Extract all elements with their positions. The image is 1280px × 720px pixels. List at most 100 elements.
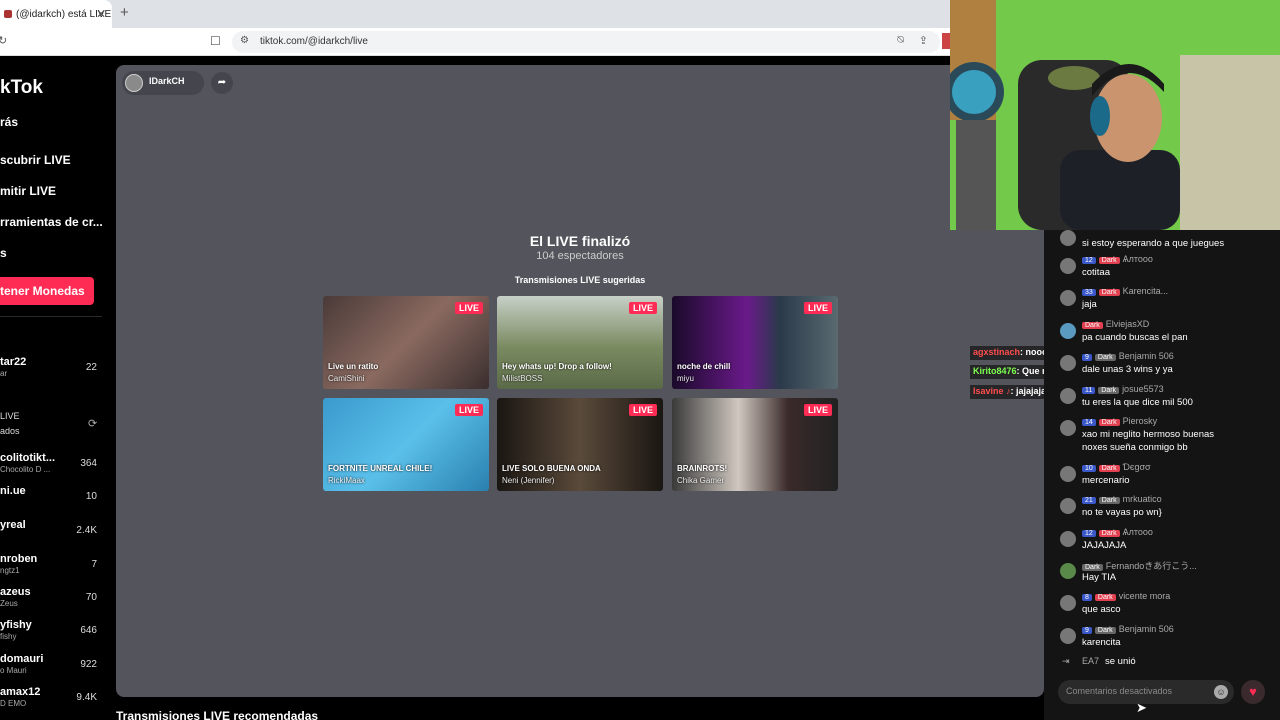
chat-avatar[interactable]	[1060, 628, 1076, 644]
fan-badge: Dark	[1094, 594, 1116, 601]
nav-item-more-2[interactable]: s	[0, 246, 7, 260]
overlay-chat-user: Isavine ♪	[973, 386, 1011, 396]
get-coins-button[interactable]: tener Monedas	[0, 277, 94, 305]
live-account[interactable]: yfishy fishy 646	[0, 619, 102, 649]
nav-item-creator-tools[interactable]: rramientas de cr...	[0, 215, 103, 229]
chat-avatar[interactable]	[1060, 323, 1076, 339]
chat-avatar[interactable]	[1060, 290, 1076, 306]
live-section-header: LIVE ados	[0, 409, 20, 439]
browser-tab[interactable]: (@idarkch) está LIVE ✕	[0, 0, 112, 28]
emoji-icon[interactable]: ☺	[1214, 685, 1228, 699]
account-sub: ngtz1	[0, 566, 20, 575]
chat-message: 33 Dark Karencita... jaja	[1044, 286, 1280, 316]
chat-username[interactable]: Pierosky	[1123, 416, 1158, 426]
nav-item-more[interactable]: rás	[0, 115, 18, 129]
like-heart-button[interactable]: ♥	[1241, 680, 1265, 704]
chat-avatar[interactable]	[1060, 595, 1076, 611]
card-title: LIVE SOLO BUENA ONDA	[502, 464, 601, 473]
live-account[interactable]: colitotikt... Chocolito D ... 364	[0, 452, 102, 482]
site-settings-icon[interactable]: ⚙	[240, 35, 249, 46]
suggested-live-card[interactable]: LIVE FORTNITE UNREAL CHILE! RickiMaax	[323, 398, 489, 491]
chat-username[interactable]: Ɗєgσσ	[1123, 462, 1151, 472]
level-badge: 9	[1082, 354, 1092, 361]
chat-username[interactable]: Ѧлтооо	[1123, 527, 1153, 537]
chat-avatar[interactable]	[1060, 388, 1076, 404]
host-profile[interactable]: IDarkCH	[122, 71, 204, 95]
account-sub: ar	[0, 369, 8, 378]
live-account[interactable]: ni.ue 10	[0, 485, 102, 515]
chat-text: Hay TIA	[1082, 572, 1117, 583]
chat-avatar[interactable]	[1060, 531, 1076, 547]
chat-text: JAJAJAJA	[1082, 540, 1127, 551]
chat-message: Dark Fernandoきあ行こう... Hay TIA	[1044, 559, 1280, 589]
live-account[interactable]: domauri o Mauri 922	[0, 653, 102, 683]
live-account[interactable]: nroben ngtz1 7	[0, 553, 102, 583]
chat-username[interactable]: mrkuatico	[1123, 494, 1162, 504]
card-host: Neni (Jennifer)	[502, 476, 555, 485]
brand-logo[interactable]: kTok	[0, 77, 43, 99]
nav-item-go-live[interactable]: mitir LIVE	[0, 184, 56, 198]
level-badge: 12	[1082, 257, 1096, 264]
chat-avatar[interactable]	[1060, 563, 1076, 579]
card-title: BRAINROTS!	[677, 464, 728, 473]
followed-account[interactable]: tar22 ar 22	[0, 356, 102, 386]
chat-username[interactable]: Benjamin 506	[1119, 624, 1174, 634]
live-account[interactable]: azeus Zeus 70	[0, 586, 102, 616]
card-title: Hey whats up! Drop a follow!	[502, 362, 612, 371]
chat-username[interactable]: Ѧлтооо	[1123, 254, 1153, 264]
chat-message: 11 Dark josue5573 tu eres la que dice mil …	[1044, 384, 1280, 414]
live-account[interactable]: amax12 D EMO 9.4K	[0, 686, 102, 716]
share-button[interactable]: ➦	[211, 72, 233, 94]
join-icon: ⇥	[1062, 656, 1070, 666]
suggested-live-card[interactable]: LIVE LIVE SOLO BUENA ONDA Neni (Jennifer…	[497, 398, 663, 491]
chat-message: 8 Dark vicente mora que asco	[1044, 591, 1280, 621]
suggested-live-card[interactable]: LIVE noche de chill miyu	[672, 296, 838, 389]
chat-avatar[interactable]	[1060, 498, 1076, 514]
streamer-webcam-image	[950, 0, 1280, 230]
account-viewers: 22	[85, 362, 97, 373]
chat-text: no te vayas po wn}	[1082, 507, 1162, 518]
chat-username[interactable]: Fernandoきあ行こう...	[1106, 561, 1197, 571]
chat-text: cotitaa	[1082, 267, 1110, 278]
chat-text: noxes sueña conmigo bb	[1082, 442, 1188, 453]
reload-icon[interactable]: ↻	[0, 34, 7, 47]
suggested-live-card[interactable]: LIVE Live un ratito CamiShini	[323, 296, 489, 389]
chat-username[interactable]: vicente mora	[1119, 591, 1171, 601]
level-badge: 11	[1082, 387, 1096, 394]
new-tab-button[interactable]: +	[120, 4, 129, 21]
tab-close-icon[interactable]: ✕	[96, 7, 106, 21]
chat-avatar[interactable]	[1060, 258, 1076, 274]
browser-addressbar: ↻ ☐ ⚙ tiktok.com/@idarkch/live ⍉ ⇪	[0, 28, 950, 56]
extension-shield-icon[interactable]	[942, 33, 950, 49]
live-account[interactable]: yreal 2.4K	[0, 519, 102, 549]
card-host: CamiShini	[328, 374, 365, 383]
refresh-icon[interactable]: ⟳	[88, 417, 97, 430]
host-avatar	[125, 74, 143, 92]
extension-icon[interactable]: ⍉	[897, 34, 904, 47]
chat-username[interactable]: Benjamin 506	[1119, 351, 1174, 361]
chat-username[interactable]: Karencita...	[1123, 286, 1169, 296]
account-sub: Chocolito D ...	[0, 465, 51, 474]
joined-username[interactable]: EA7	[1082, 656, 1099, 666]
chat-username[interactable]: josue5573	[1122, 384, 1164, 394]
url-bar[interactable]: ⚙ tiktok.com/@idarkch/live ⍉ ⇪	[232, 31, 940, 53]
chat-avatar[interactable]	[1060, 466, 1076, 482]
card-title: FORTNITE UNREAL CHILE!	[328, 464, 433, 473]
chat-avatar[interactable]	[1060, 355, 1076, 371]
chat-text: que asco	[1082, 604, 1121, 615]
account-sub: Zeus	[0, 599, 18, 608]
chat-username[interactable]: ElviejasXD	[1106, 319, 1150, 329]
fan-badge: Dark	[1098, 465, 1120, 472]
nav-item-discover-live[interactable]: scubrir LIVE	[0, 153, 71, 167]
chat-text: si estoy esperando a que juegues	[1082, 238, 1225, 249]
account-sub: D EMO	[0, 699, 27, 708]
chat-avatar[interactable]	[1060, 420, 1076, 436]
fan-badge: Dark	[1094, 627, 1116, 634]
chat-message: 12 Dark Ѧлтооо cotitaa	[1044, 254, 1280, 284]
suggested-live-card[interactable]: LIVE BRAINROTS! Chika Gamer	[672, 398, 838, 491]
chat-text: pa cuando buscas el pan	[1082, 332, 1188, 343]
bookmark-icon[interactable]: ☐	[210, 34, 221, 48]
live-badge: LIVE	[454, 404, 483, 416]
suggested-live-card[interactable]: LIVE Hey whats up! Drop a follow! Milist…	[497, 296, 663, 389]
share-icon[interactable]: ⇪	[919, 34, 928, 47]
